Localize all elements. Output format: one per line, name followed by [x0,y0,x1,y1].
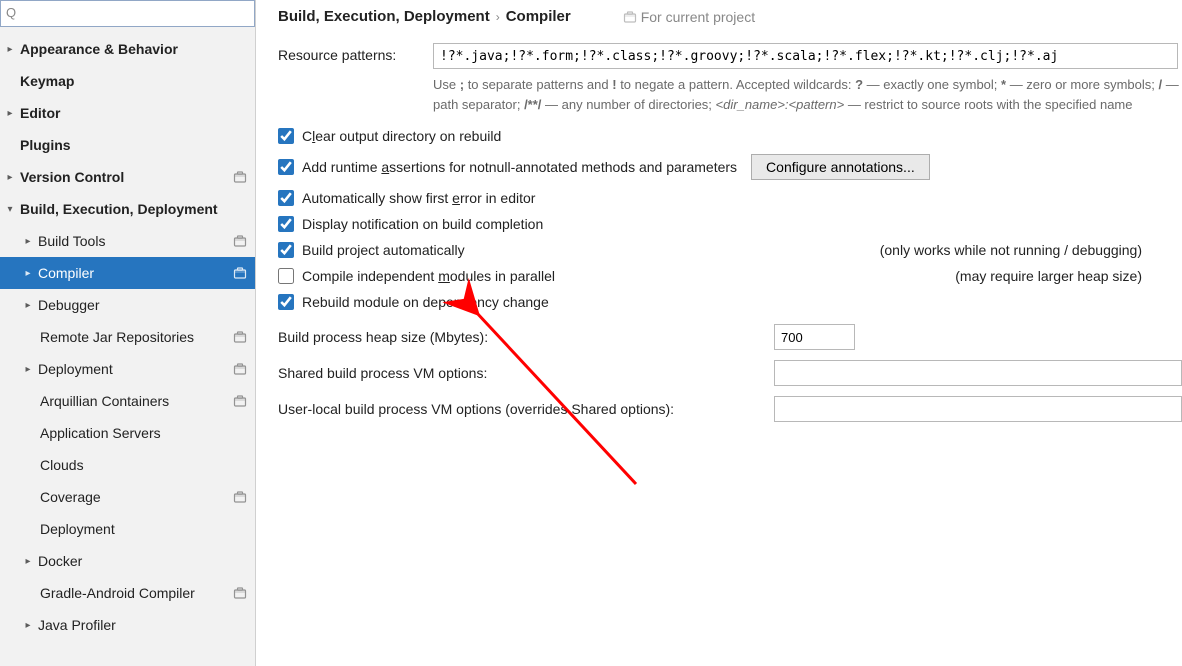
settings-main: Build, Execution, Deployment › Compiler … [256,0,1182,666]
sidebar-item-label: Build Tools [34,233,229,249]
build-automatically-checkbox[interactable] [278,242,294,258]
project-icon [233,362,247,376]
sidebar-item-deployment[interactable]: Deployment [0,513,255,545]
show-first-error-checkbox[interactable] [278,190,294,206]
heap-size-label: Build process heap size (Mbytes): [278,329,774,345]
sidebar-item-clouds[interactable]: Clouds [0,449,255,481]
chevron-right-icon: ▸ [22,300,34,311]
sidebar-item-coverage[interactable]: Coverage [0,481,255,513]
project-badge: For current project [623,9,755,25]
compile-parallel-hint: (may require larger heap size) [955,268,1182,284]
chevron-right-icon: ▸ [22,268,34,279]
resource-patterns-input[interactable] [433,43,1178,69]
rebuild-dep-checkbox[interactable] [278,294,294,310]
sidebar-item-label: Coverage [36,489,229,505]
user-vm-input[interactable] [774,396,1182,422]
sidebar-item-build-tools[interactable]: ▸Build Tools [0,225,255,257]
project-icon [623,10,637,24]
chevron-right-icon: ▸ [22,620,34,631]
clear-output-label[interactable]: Clear output directory on rebuild [302,128,501,144]
project-icon [233,394,247,408]
sidebar-item-keymap[interactable]: Keymap [0,65,255,97]
display-notification-label[interactable]: Display notification on build completion [302,216,543,232]
chevron-down-icon: ▾ [4,204,16,215]
chevron-right-icon: › [496,10,500,24]
project-icon [233,234,247,248]
project-icon [233,586,247,600]
search-icon: Q [6,5,16,20]
sidebar-item-version-control[interactable]: ▸Version Control [0,161,255,193]
sidebar-item-label: Arquillian Containers [36,393,229,409]
sidebar-item-label: Remote Jar Repositories [36,329,229,345]
sidebar-item-appearance-behavior[interactable]: ▸Appearance & Behavior [0,33,255,65]
build-automatically-hint: (only works while not running / debuggin… [880,242,1182,258]
sidebar-item-gradle-android-compiler[interactable]: Gradle-Android Compiler [0,577,255,609]
runtime-assertions-label[interactable]: Add runtime assertions for notnull-annot… [302,159,737,175]
sidebar-item-label: Build, Execution, Deployment [16,201,247,217]
shared-vm-label: Shared build process VM options: [278,365,774,381]
sidebar-item-application-servers[interactable]: Application Servers [0,417,255,449]
sidebar-item-label: Gradle-Android Compiler [36,585,229,601]
compile-parallel-label[interactable]: Compile independent modules in parallel [302,268,555,284]
sidebar-item-plugins[interactable]: Plugins [0,129,255,161]
project-icon [233,170,247,184]
project-icon [233,330,247,344]
show-first-error-label[interactable]: Automatically show first error in editor [302,190,535,206]
compile-parallel-checkbox[interactable] [278,268,294,284]
sidebar-item-label: Java Profiler [34,617,247,633]
chevron-right-icon: ▸ [4,44,16,55]
rebuild-dep-label[interactable]: Rebuild module on dependency change [302,294,549,310]
chevron-right-icon: ▸ [4,108,16,119]
user-vm-label: User-local build process VM options (ove… [278,401,774,417]
breadcrumb-a: Build, Execution, Deployment [278,8,490,25]
heap-size-input[interactable] [774,324,855,350]
sidebar-item-compiler[interactable]: ▸Compiler [0,257,255,289]
clear-output-checkbox[interactable] [278,128,294,144]
settings-sidebar: Q ▸Appearance & BehaviorKeymap▸EditorPlu… [0,0,256,666]
sidebar-item-label: Appearance & Behavior [16,41,247,57]
resource-patterns-label: Resource patterns: [278,43,433,63]
sidebar-item-editor[interactable]: ▸Editor [0,97,255,129]
chevron-right-icon: ▸ [22,364,34,375]
project-icon [233,266,247,280]
sidebar-item-arquillian-containers[interactable]: Arquillian Containers [0,385,255,417]
chevron-right-icon: ▸ [4,172,16,183]
sidebar-item-label: Compiler [34,265,229,281]
sidebar-item-label: Clouds [36,457,247,473]
breadcrumb-b: Compiler [506,8,571,25]
sidebar-item-deployment[interactable]: ▸Deployment [0,353,255,385]
sidebar-item-label: Debugger [34,297,247,313]
sidebar-item-label: Docker [34,553,247,569]
display-notification-checkbox[interactable] [278,216,294,232]
sidebar-item-label: Application Servers [36,425,247,441]
sidebar-item-label: Keymap [16,73,247,89]
sidebar-item-label: Deployment [34,361,229,377]
sidebar-item-docker[interactable]: ▸Docker [0,545,255,577]
sidebar-item-remote-jar-repositories[interactable]: Remote Jar Repositories [0,321,255,353]
settings-tree: ▸Appearance & BehaviorKeymap▸EditorPlugi… [0,27,255,666]
sidebar-item-java-profiler[interactable]: ▸Java Profiler [0,609,255,641]
shared-vm-input[interactable] [774,360,1182,386]
chevron-right-icon: ▸ [22,556,34,567]
project-badge-label: For current project [641,9,755,25]
search-input[interactable] [0,0,255,27]
sidebar-item-label: Plugins [16,137,247,153]
sidebar-item-build-execution-deployment[interactable]: ▾Build, Execution, Deployment [0,193,255,225]
configure-annotations-button[interactable]: Configure annotations... [751,154,930,180]
resource-patterns-help: Use ; to separate patterns and ! to nega… [278,75,1182,114]
sidebar-item-label: Version Control [16,169,229,185]
build-automatically-label[interactable]: Build project automatically [302,242,465,258]
chevron-right-icon: ▸ [22,236,34,247]
runtime-assertions-checkbox[interactable] [278,159,294,175]
sidebar-item-debugger[interactable]: ▸Debugger [0,289,255,321]
project-icon [233,490,247,504]
sidebar-item-label: Deployment [36,521,247,537]
sidebar-item-label: Editor [16,105,247,121]
